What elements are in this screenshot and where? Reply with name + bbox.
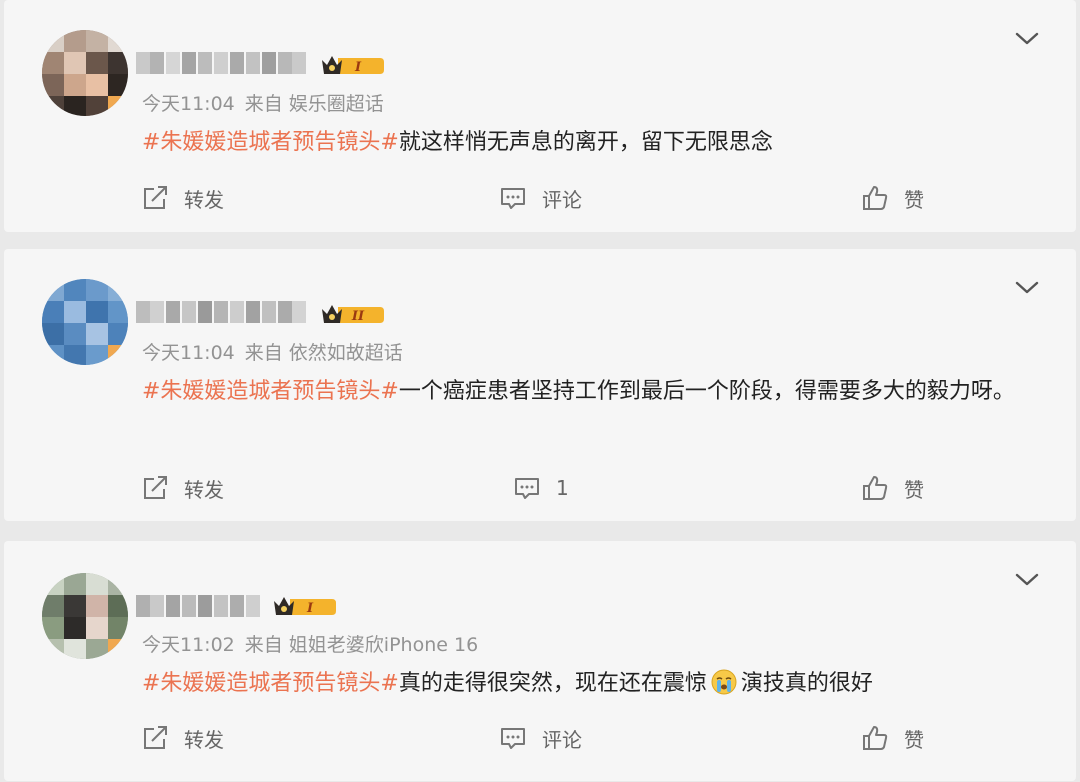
- topic-hashtag[interactable]: #朱媛媛造城者预告镜头#: [142, 130, 399, 155]
- avatar[interactable]: [42, 30, 128, 116]
- thumbs-up-icon: [863, 476, 888, 500]
- fan-level-badge[interactable]: I: [272, 595, 336, 619]
- action-bar: 转发 1 赞: [4, 468, 1076, 508]
- post-time: 今天11:02: [142, 634, 235, 656]
- share-icon: [144, 476, 167, 499]
- crying-face-icon: [711, 669, 737, 695]
- svg-text:II: II: [351, 309, 365, 324]
- comment-button[interactable]: 1: [512, 468, 569, 508]
- post-meta: 今天11:02 来自 姐姐老婆欣iPhone 16: [142, 630, 478, 657]
- comment-label: 评论: [542, 187, 582, 212]
- blurred-avatar-image: [42, 30, 128, 116]
- post-card: I 今天11:02 来自 姐姐老婆欣iPhone 16 #朱媛媛造城者预告镜头#真…: [4, 541, 1076, 781]
- weibo-comment-feed: I 今天11:04 来自 娱乐圈超话 #朱媛媛造城者预告镜头#就这样悄无声息的离开…: [0, 0, 1080, 782]
- post-text: 就这样悄无声息的离开，留下无限思念: [398, 130, 773, 155]
- post-text-continued: 演技真的很好: [740, 671, 873, 696]
- post-source[interactable]: 来自 姐姐老婆欣iPhone 16: [245, 634, 478, 656]
- blurred-avatar-image: [42, 279, 128, 365]
- forward-label: 转发: [184, 477, 224, 502]
- forward-button[interactable]: 转发: [140, 178, 224, 218]
- thumbs-up-icon: [863, 186, 888, 210]
- comment-button[interactable]: 评论: [498, 178, 582, 218]
- thumbs-up-icon: [863, 726, 888, 750]
- post-text: 真的走得很突然，现在还在震惊: [398, 671, 707, 696]
- blurred-username[interactable]: [136, 593, 260, 619]
- comment-icon: [501, 728, 525, 749]
- like-button[interactable]: 赞: [860, 468, 924, 508]
- svg-text:I: I: [306, 601, 314, 616]
- post-meta: 今天11:04 来自 娱乐圈超话: [142, 89, 384, 116]
- fan-level-badge[interactable]: I: [320, 54, 384, 78]
- chevron-down-icon[interactable]: [1014, 30, 1040, 48]
- like-label: 赞: [904, 727, 924, 752]
- action-bar: 转发 评论 赞: [4, 178, 1076, 218]
- post-content: #朱媛媛造城者预告镜头#真的走得很突然，现在还在震惊 演技真的很好: [142, 663, 1042, 704]
- post-source[interactable]: 来自 依然如故超话: [245, 342, 403, 364]
- blurred-username[interactable]: [136, 50, 306, 76]
- post-time: 今天11:04: [142, 342, 235, 364]
- svg-text:I: I: [354, 60, 362, 75]
- avatar[interactable]: [42, 573, 128, 659]
- comment-count: 1: [556, 476, 569, 500]
- post-meta: 今天11:04 来自 依然如故超话: [142, 338, 403, 365]
- post-card: I 今天11:04 来自 娱乐圈超话 #朱媛媛造城者预告镜头#就这样悄无声息的离开…: [4, 0, 1076, 232]
- post-card: II 今天11:04 来自 依然如故超话 #朱媛媛造城者预告镜头#一个癌症患者坚持…: [4, 249, 1076, 521]
- post-content: #朱媛媛造城者预告镜头#就这样悄无声息的离开，留下无限思念: [142, 122, 1042, 163]
- comment-icon: [501, 188, 525, 209]
- like-label: 赞: [904, 187, 924, 212]
- share-icon: [144, 726, 167, 749]
- fan-level-badge[interactable]: II: [320, 303, 384, 327]
- forward-button[interactable]: 转发: [140, 468, 224, 508]
- blurred-username[interactable]: [136, 299, 306, 325]
- post-time: 今天11:04: [142, 93, 235, 115]
- post-text: 一个癌症患者坚持工作到最后一个阶段，得需要多大的毅力呀。: [398, 379, 1015, 404]
- chevron-down-icon[interactable]: [1014, 571, 1040, 589]
- like-button[interactable]: 赞: [860, 718, 924, 758]
- post-source[interactable]: 来自 娱乐圈超话: [245, 93, 384, 115]
- comment-button[interactable]: 评论: [498, 718, 582, 758]
- topic-hashtag[interactable]: #朱媛媛造城者预告镜头#: [142, 671, 399, 696]
- action-bar: 转发 评论 赞: [4, 718, 1076, 758]
- forward-button[interactable]: 转发: [140, 718, 224, 758]
- topic-hashtag[interactable]: #朱媛媛造城者预告镜头#: [142, 379, 399, 404]
- comment-icon: [515, 478, 539, 499]
- forward-label: 转发: [184, 727, 224, 752]
- comment-label: 评论: [542, 727, 582, 752]
- like-label: 赞: [904, 477, 924, 502]
- like-button[interactable]: 赞: [860, 178, 924, 218]
- post-content: #朱媛媛造城者预告镜头#一个癌症患者坚持工作到最后一个阶段，得需要多大的毅力呀。: [142, 371, 1042, 412]
- chevron-down-icon[interactable]: [1014, 279, 1040, 297]
- avatar[interactable]: [42, 279, 128, 365]
- blurred-avatar-image: [42, 573, 128, 659]
- share-icon: [144, 186, 167, 209]
- forward-label: 转发: [184, 187, 224, 212]
